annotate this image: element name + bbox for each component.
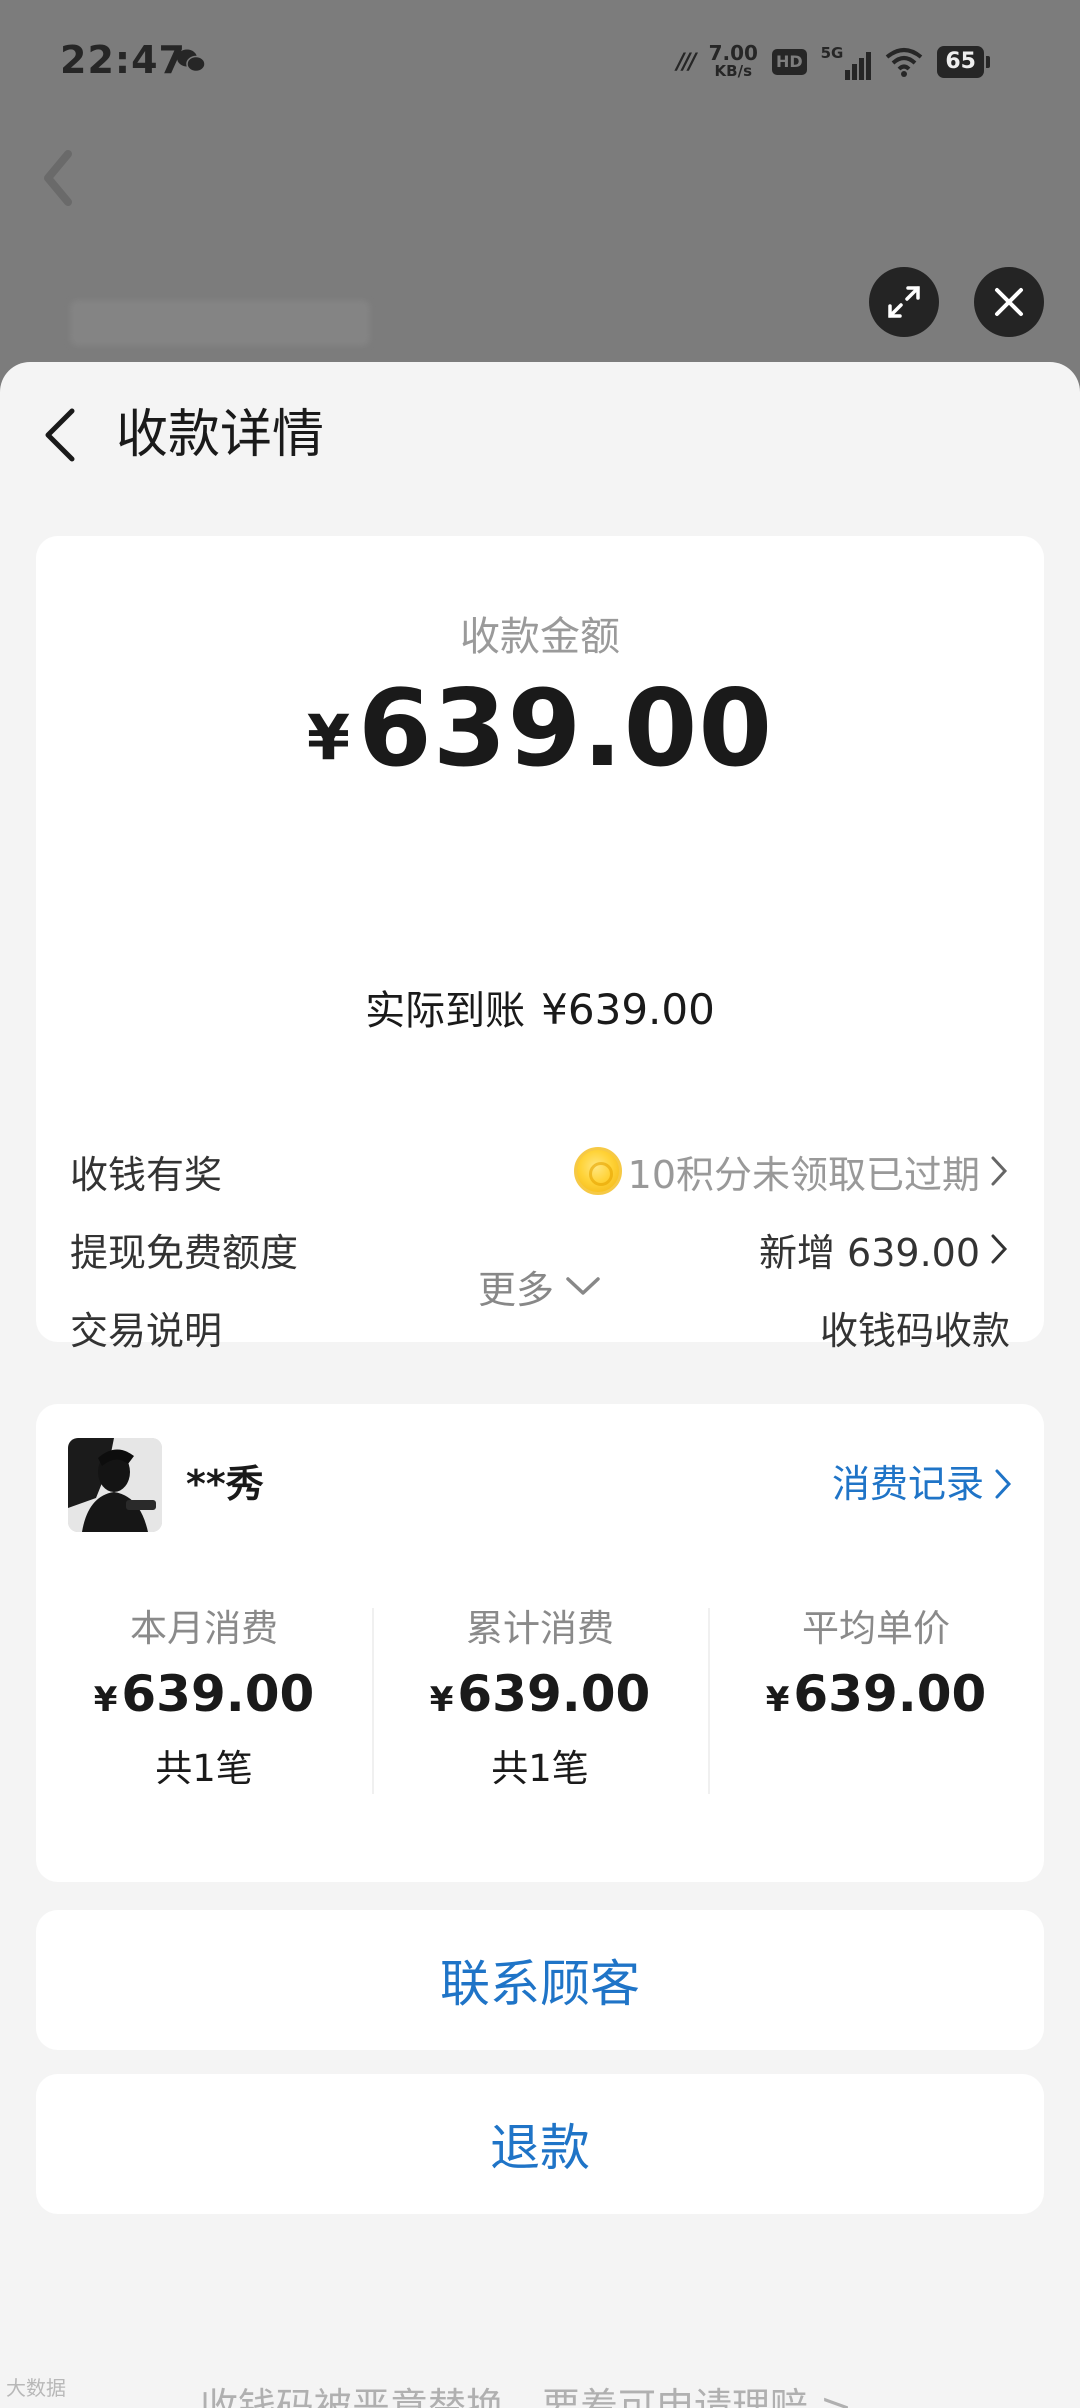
actual-received-value: ¥639.00 bbox=[541, 985, 715, 1034]
chevron-down-icon bbox=[566, 1277, 600, 1295]
stat-label: 累计消费 bbox=[466, 1607, 614, 1650]
network-speed: 7.00 KB/s bbox=[708, 41, 758, 80]
chevron-right-icon bbox=[991, 1156, 1008, 1186]
chevron-right-icon bbox=[995, 1469, 1012, 1499]
amount-card: 收款金额 ¥639.00 实际到账 ¥639.00 收钱有奖 10积分未领取已过期… bbox=[36, 536, 1044, 1353]
signal-strength-icon: /// bbox=[676, 49, 696, 75]
stat-average-price: 平均单价 ¥639.00 bbox=[708, 1604, 1044, 1804]
watermark: 大数据 bbox=[6, 2376, 66, 2400]
sheet-header: 收款详情 bbox=[0, 362, 1080, 502]
coin-icon bbox=[573, 1147, 622, 1195]
reward-label: 收钱有奖 bbox=[70, 1152, 223, 1197]
actual-received-label: 实际到账 bbox=[365, 988, 526, 1034]
wifi-icon bbox=[886, 48, 923, 77]
refund-button[interactable]: 退款 bbox=[36, 2074, 1044, 2214]
status-bar: 22:47 /// 7.00 KB/s HD 5G 65 bbox=[0, 0, 1080, 120]
background-back-icon bbox=[44, 150, 72, 206]
background-blurred-text bbox=[70, 300, 370, 346]
amount-label: 收款金额 bbox=[460, 614, 620, 660]
status-indicators: /// 7.00 KB/s HD 5G 65 bbox=[676, 40, 990, 84]
stat-label: 本月消费 bbox=[130, 1607, 278, 1650]
close-button[interactable] bbox=[974, 267, 1044, 337]
background-page: 22:47 /// 7.00 KB/s HD 5G 65 bbox=[0, 0, 1080, 380]
stat-value: ¥639.00 bbox=[429, 1665, 651, 1723]
stat-total: 累计消费 ¥639.00 共1笔 bbox=[372, 1604, 708, 1804]
wechat-icon bbox=[177, 49, 206, 73]
amount-currency: ¥ bbox=[306, 701, 351, 774]
cellular-signal-icon: 5G bbox=[821, 44, 872, 80]
page-title: 收款详情 bbox=[116, 405, 325, 465]
contact-customer-button[interactable]: 联系顾客 bbox=[36, 1910, 1044, 2050]
reward-row[interactable]: 收钱有奖 10积分未领取已过期 bbox=[70, 1138, 1010, 1204]
payment-detail-sheet: 收款详情 收款金额 ¥639.00 实际到账 ¥639.00 收钱有奖 10积分未… bbox=[0, 362, 1080, 2408]
stat-count: 共1笔 bbox=[155, 1747, 253, 1790]
stat-value: ¥639.00 bbox=[765, 1665, 987, 1723]
status-time: 22:47 bbox=[60, 38, 186, 82]
battery-indicator: 65 bbox=[937, 46, 990, 78]
amount-number: 639.00 bbox=[358, 667, 774, 790]
back-arrow-icon bbox=[45, 408, 75, 462]
customer-card: **秀 消费记录 本月消费 ¥639.00 共1笔 累计消费 ¥639.00 共… bbox=[36, 1404, 1044, 1882]
hd-badge: HD bbox=[771, 49, 807, 75]
customer-name: **秀 bbox=[186, 1462, 264, 1506]
back-button[interactable] bbox=[30, 400, 90, 470]
stat-value: ¥639.00 bbox=[93, 1665, 315, 1723]
stat-this-month: 本月消费 ¥639.00 共1笔 bbox=[36, 1604, 372, 1804]
insurance-claim-tip[interactable]: 收钱码被恶意替换，要着可申请理赔 > bbox=[200, 2382, 852, 2408]
customer-stats: 本月消费 ¥639.00 共1笔 累计消费 ¥639.00 共1笔 平均单价 ¥… bbox=[36, 1604, 1044, 1804]
expand-button[interactable] bbox=[869, 267, 939, 337]
more-label: 更多 bbox=[477, 1267, 554, 1312]
avatar-image bbox=[68, 1438, 162, 1532]
avatar bbox=[68, 1438, 162, 1532]
stat-label: 平均单价 bbox=[802, 1607, 950, 1650]
consumption-records-link[interactable]: 消费记录 bbox=[832, 1456, 1014, 1512]
expand-icon bbox=[888, 286, 920, 318]
actual-received-row: 实际到账 ¥639.00 bbox=[36, 982, 1044, 1039]
close-icon bbox=[995, 288, 1023, 316]
reward-value: 10积分未领取已过期 bbox=[627, 1152, 980, 1197]
more-button[interactable]: 更多 bbox=[36, 1256, 1044, 1316]
stat-count: 共1笔 bbox=[491, 1747, 589, 1790]
amount-value: ¥639.00 bbox=[36, 664, 1044, 825]
